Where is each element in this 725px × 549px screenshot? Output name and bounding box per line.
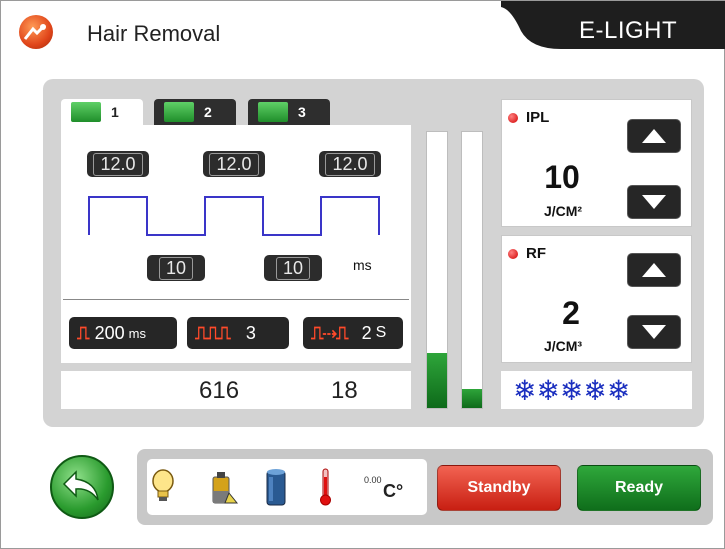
ipl-indicator-icon bbox=[508, 112, 518, 123]
tab-label: 1 bbox=[111, 104, 119, 120]
pulse-count-button[interactable]: ⎍⎍⎍ 3 bbox=[187, 317, 289, 349]
ipl-label: IPL bbox=[508, 109, 549, 126]
screen: Hair Removal E-LIGHT 1 2 3 12.0 12.0 12.… bbox=[0, 0, 725, 549]
snowflake-icon: ❄❄❄❄❄ bbox=[513, 375, 631, 406]
repeat-pulse-icon: ⎍⇢⎍ bbox=[311, 322, 349, 343]
arrow-up-icon bbox=[642, 263, 666, 277]
app-logo-icon bbox=[19, 15, 53, 49]
tab-label: 2 bbox=[204, 104, 212, 120]
interval-button[interactable]: ⎍ 200 ms bbox=[69, 317, 177, 349]
multi-pulse-icon: ⎍⎍⎍ bbox=[195, 322, 231, 343]
ipl-unit: J/CM² bbox=[543, 203, 583, 219]
ipl-increase-button[interactable] bbox=[627, 119, 681, 153]
ready-button[interactable]: Ready bbox=[577, 465, 701, 511]
level-bar-1 bbox=[426, 131, 448, 409]
folder-icon bbox=[164, 102, 194, 122]
repeat-button[interactable]: ⎍⇢⎍ 2 S bbox=[303, 317, 403, 349]
folder-icon bbox=[71, 102, 101, 122]
page-title: Hair Removal bbox=[87, 21, 221, 46]
session-shot-counter: 18 bbox=[331, 377, 358, 404]
water-level-icon bbox=[266, 469, 286, 506]
arrow-down-icon bbox=[642, 195, 666, 209]
rf-decrease-button[interactable] bbox=[627, 315, 681, 349]
divider bbox=[63, 299, 409, 300]
tab-1[interactable]: 1 bbox=[61, 99, 143, 125]
delay-unit-label: ms bbox=[353, 257, 372, 273]
rf-increase-button[interactable] bbox=[627, 253, 681, 287]
back-button[interactable] bbox=[50, 455, 114, 519]
water-tank-icon bbox=[212, 472, 239, 504]
ipl-value: 10 bbox=[544, 159, 580, 195]
thermometer-icon bbox=[320, 468, 331, 506]
tab-label: 3 bbox=[298, 104, 306, 120]
tab-3[interactable]: 3 bbox=[248, 99, 330, 125]
temperature-value: 0.00 bbox=[364, 475, 382, 485]
pulse-delay-1[interactable]: 10 bbox=[147, 255, 205, 281]
tab-2[interactable]: 2 bbox=[154, 99, 236, 125]
temperature-unit: C° bbox=[383, 481, 404, 501]
level-bar-1-fill bbox=[427, 352, 447, 408]
pulse-width-3[interactable]: 12.0 bbox=[319, 151, 381, 177]
brand-label: E-LIGHT bbox=[579, 17, 678, 44]
arrow-up-icon bbox=[642, 129, 666, 143]
arrow-down-icon bbox=[642, 325, 666, 339]
folder-icon bbox=[258, 102, 288, 122]
level-bar-2-fill bbox=[462, 388, 482, 408]
back-arrow-icon bbox=[62, 470, 99, 501]
lamp-icon bbox=[152, 469, 174, 501]
total-shot-counter: 616 bbox=[199, 377, 240, 404]
single-pulse-icon: ⎍ bbox=[77, 322, 90, 343]
pulse-delay-2[interactable]: 10 bbox=[264, 255, 322, 281]
rf-label: RF bbox=[508, 245, 546, 262]
rf-unit: J/CM³ bbox=[543, 338, 583, 354]
rf-value: 2 bbox=[562, 295, 580, 331]
rf-indicator-icon bbox=[508, 248, 518, 259]
ipl-decrease-button[interactable] bbox=[627, 185, 681, 219]
pulse-width-2[interactable]: 12.0 bbox=[203, 151, 265, 177]
pulse-waveform bbox=[88, 196, 380, 236]
pulse-width-1[interactable]: 12.0 bbox=[87, 151, 149, 177]
standby-button[interactable]: Standby bbox=[437, 465, 561, 511]
level-bar-2 bbox=[461, 131, 483, 409]
